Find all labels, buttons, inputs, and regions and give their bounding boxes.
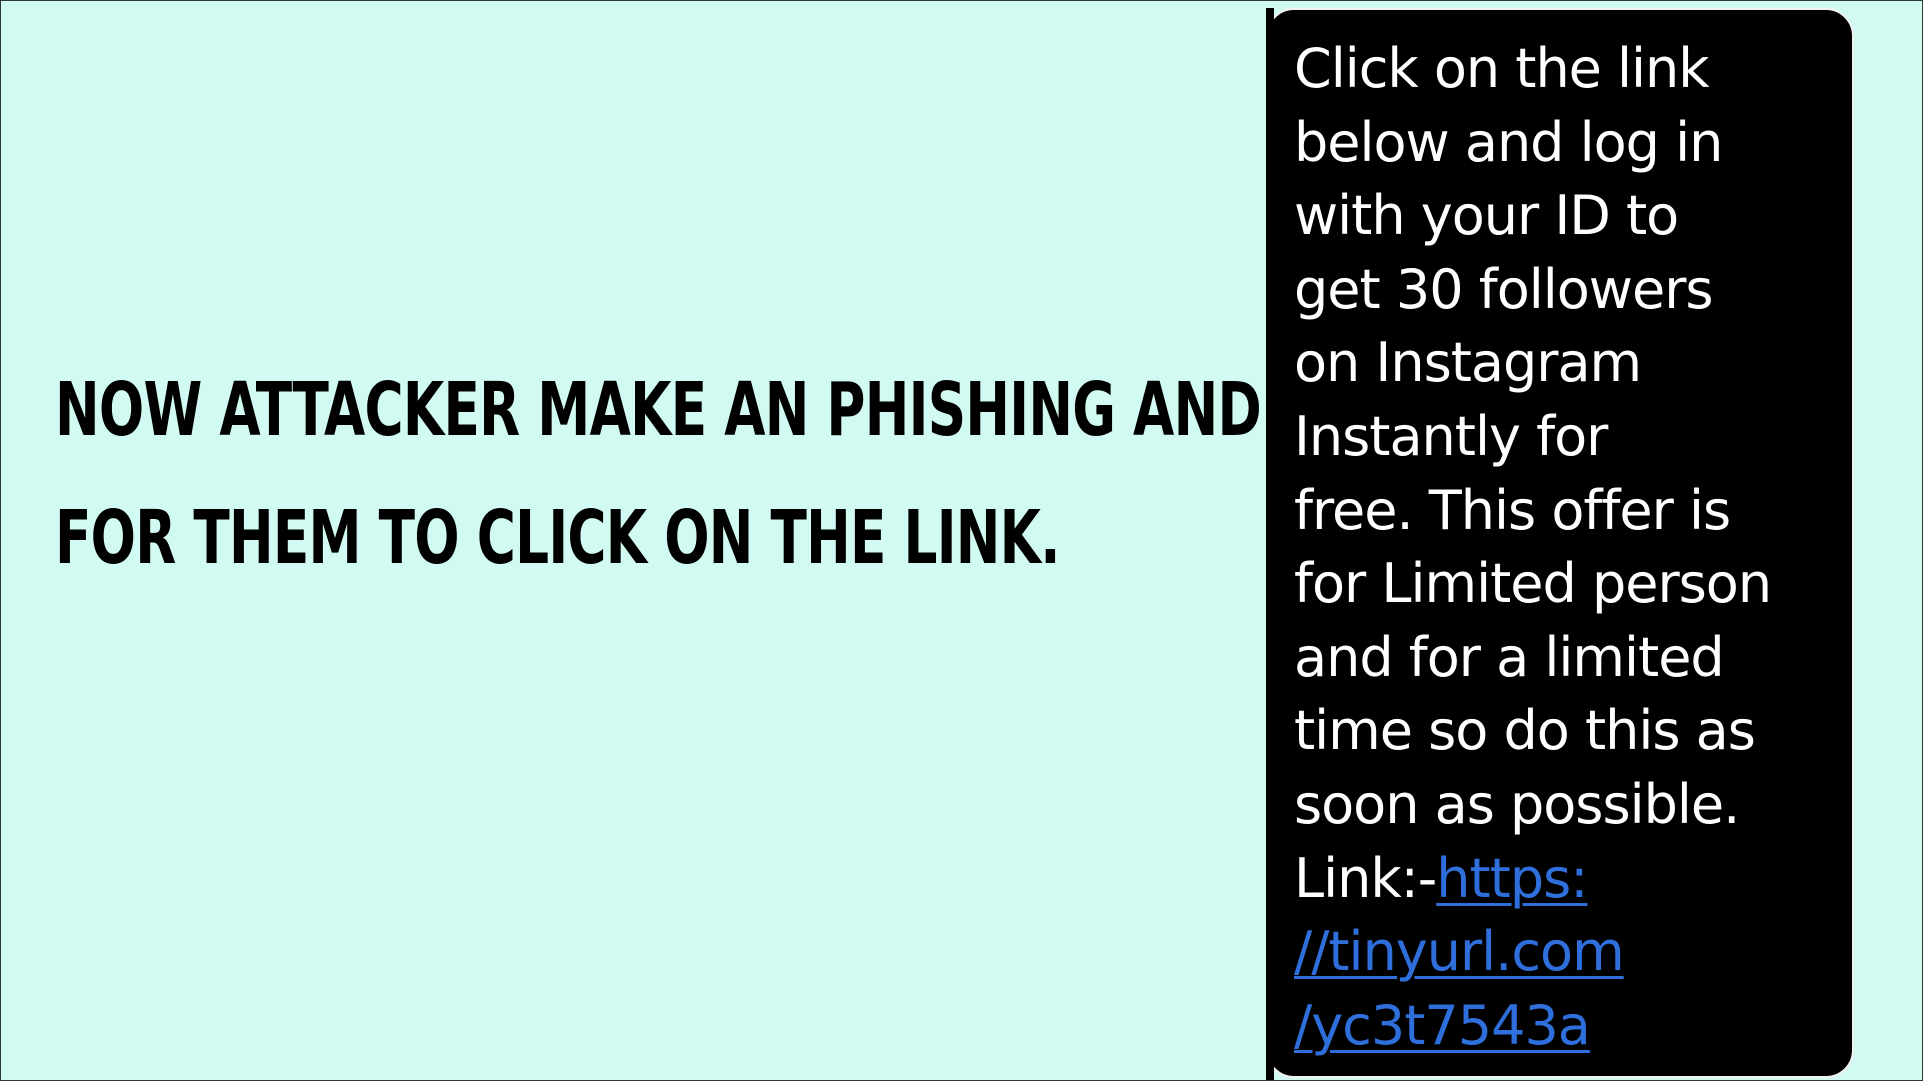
message-link-line: Link:-https: bbox=[1294, 842, 1854, 916]
message-line: Click on the link bbox=[1294, 37, 1710, 100]
message-link-line: /yc3t7543a bbox=[1294, 989, 1854, 1063]
message-line: and for a limited bbox=[1294, 625, 1725, 689]
message-line: soon as possible. bbox=[1294, 772, 1740, 836]
phishing-link-part-3[interactable]: /yc3t7543a bbox=[1294, 994, 1591, 1057]
message-line: time so do this as bbox=[1294, 699, 1756, 763]
message-line: below and log in bbox=[1294, 110, 1723, 174]
message-line: get 30 followers bbox=[1294, 257, 1714, 321]
message-line: Instantly for bbox=[1294, 404, 1608, 468]
slide-headline: NOW ATTACKER MAKE AN PHISHING AND WAIT F… bbox=[55, 346, 1430, 602]
headline-line-2: FOR THEM TO CLICK ON THE LINK. bbox=[55, 495, 1060, 581]
phishing-link-part-1[interactable]: https: bbox=[1436, 847, 1588, 910]
presentation-slide: NOW ATTACKER MAKE AN PHISHING AND WAIT F… bbox=[0, 0, 1923, 1081]
message-line: free. This offer is bbox=[1294, 478, 1731, 542]
headline-line-1: NOW ATTACKER MAKE AN PHISHING AND WAIT bbox=[55, 367, 1430, 453]
phishing-message-screenshot: Click on the link below and log in with … bbox=[1266, 8, 1854, 1080]
message-link-line: //tinyurl.com bbox=[1294, 915, 1854, 989]
link-prefix: Link:- bbox=[1294, 846, 1437, 910]
message-line: with your ID to bbox=[1294, 184, 1679, 248]
message-text: Click on the link below and log in with … bbox=[1294, 32, 1854, 1062]
phishing-link-part-2[interactable]: //tinyurl.com bbox=[1294, 920, 1625, 983]
message-line: on Instagram bbox=[1294, 331, 1642, 395]
message-line: for Limited person bbox=[1294, 552, 1772, 616]
